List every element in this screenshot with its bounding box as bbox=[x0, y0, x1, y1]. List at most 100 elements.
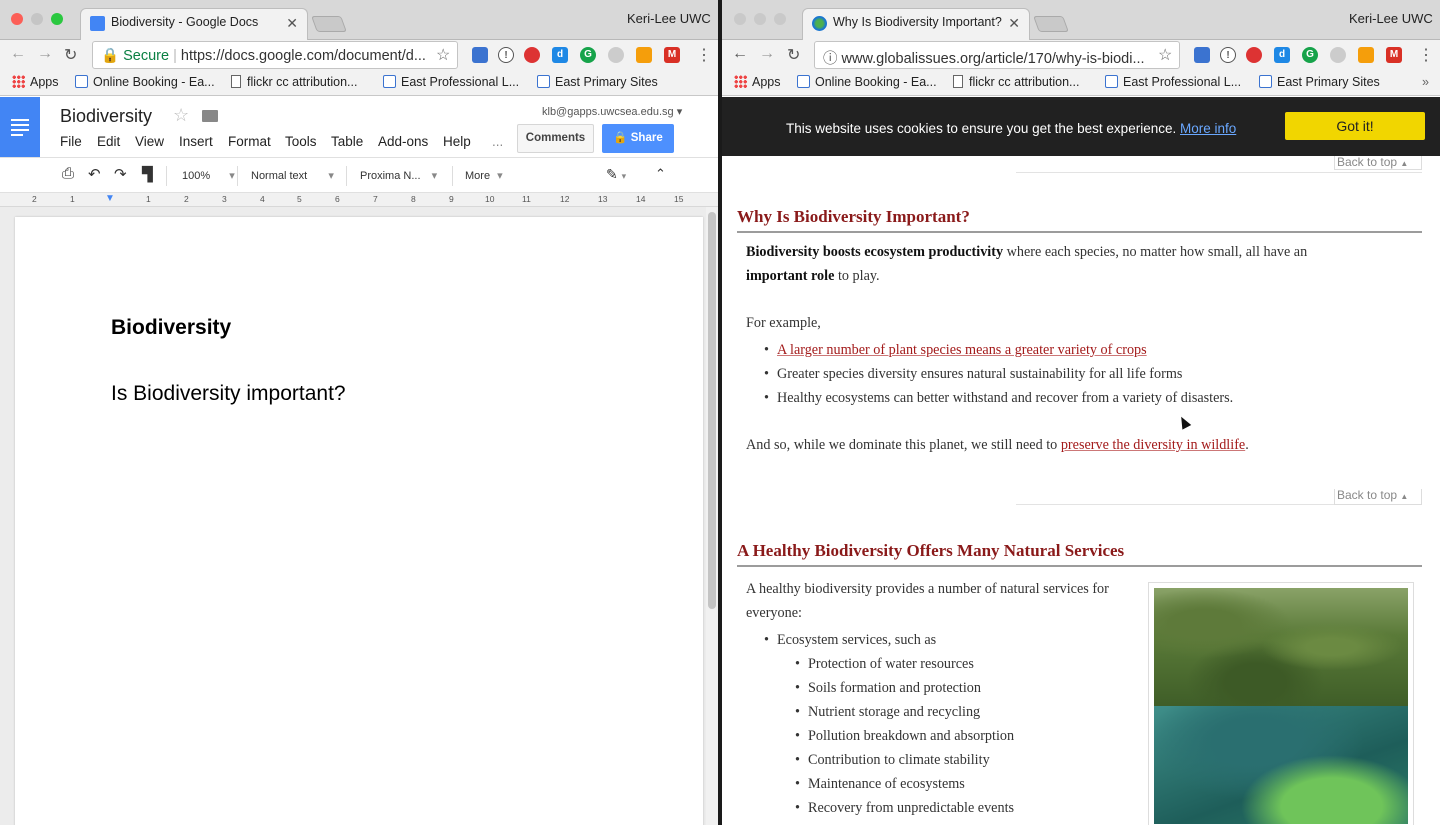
close-tab-icon[interactable]: ✕ bbox=[286, 15, 298, 32]
close-window-button[interactable] bbox=[11, 13, 23, 25]
reload-icon[interactable]: ↻ bbox=[787, 45, 800, 65]
minimize-window-button[interactable] bbox=[31, 13, 43, 25]
bookmark-east-primary[interactable]: East Primary Sites bbox=[1259, 75, 1380, 89]
scrollbar-thumb[interactable] bbox=[708, 212, 716, 609]
tab-article[interactable]: Why Is Biodiversity Important? ✕ bbox=[802, 8, 1030, 40]
extension-info-icon[interactable]: ! bbox=[1220, 47, 1236, 63]
back-icon[interactable]: ← bbox=[10, 45, 26, 63]
close-window-button[interactable] bbox=[734, 13, 746, 25]
menu-table[interactable]: Table bbox=[331, 134, 363, 149]
list-item[interactable]: A larger number of plant species means a… bbox=[764, 342, 1147, 359]
extension-info-icon[interactable]: ! bbox=[498, 47, 514, 63]
bookmark-flickr[interactable]: flickr cc attribution... bbox=[953, 75, 1079, 89]
preserve-diversity-link[interactable]: preserve the diversity in wildlife bbox=[1061, 437, 1245, 453]
browser-menu-icon[interactable]: ⋮ bbox=[696, 45, 712, 65]
browser-menu-icon[interactable]: ⋮ bbox=[1418, 45, 1434, 65]
extension-pen-icon[interactable] bbox=[1194, 47, 1210, 63]
print-icon[interactable]: ⎙ bbox=[62, 165, 74, 182]
undo-icon[interactable]: ↶ bbox=[88, 165, 101, 183]
document-page[interactable]: Biodiversity Is Biodiversity important? bbox=[15, 217, 703, 825]
extension-grey-icon[interactable] bbox=[608, 47, 624, 63]
extension-grammarly-icon[interactable]: G bbox=[580, 47, 596, 63]
gmail-icon[interactable]: M bbox=[664, 47, 680, 63]
address-bar[interactable]: ⓘ www.globalissues.org/article/170/why-i… bbox=[814, 41, 1180, 69]
bookmark-apps[interactable]: Apps bbox=[734, 75, 781, 89]
extension-arc-icon[interactable] bbox=[1358, 47, 1374, 63]
forward-icon[interactable]: → bbox=[759, 45, 775, 63]
comments-button[interactable]: Comments bbox=[517, 124, 594, 153]
bookmarks-overflow-icon[interactable]: » bbox=[1422, 75, 1429, 89]
document-body-text[interactable]: Is Biodiversity important? bbox=[111, 382, 346, 406]
bookmark-east-professional[interactable]: East Professional L... bbox=[1105, 75, 1241, 89]
extension-d-icon[interactable]: d bbox=[1274, 47, 1290, 63]
menu-edit[interactable]: Edit bbox=[97, 134, 120, 149]
menu-help[interactable]: Help bbox=[443, 134, 471, 149]
docs-logo-icon[interactable] bbox=[0, 97, 40, 157]
page-icon bbox=[1259, 75, 1272, 88]
extension-grey-icon[interactable] bbox=[1330, 47, 1346, 63]
menu-file[interactable]: File bbox=[60, 134, 82, 149]
font-select[interactable]: Proxima N... ▾ bbox=[360, 169, 437, 182]
menu-format[interactable]: Format bbox=[228, 134, 271, 149]
extension-red-icon[interactable] bbox=[1246, 47, 1262, 63]
bookmark-online-booking[interactable]: Online Booking - Ea... bbox=[797, 75, 937, 89]
more-info-link[interactable]: More info bbox=[1180, 121, 1236, 136]
new-tab-button[interactable] bbox=[311, 16, 347, 32]
forward-icon[interactable]: → bbox=[37, 45, 53, 63]
menu-tools[interactable]: Tools bbox=[285, 134, 317, 149]
tab-title: Why Is Biodiversity Important? bbox=[833, 15, 1002, 29]
extension-red-icon[interactable] bbox=[524, 47, 540, 63]
editing-mode-icon[interactable]: ✎ ▾ bbox=[606, 166, 626, 183]
star-icon[interactable]: ☆ bbox=[173, 105, 189, 126]
tab-docs[interactable]: Biodiversity - Google Docs ✕ bbox=[80, 8, 308, 40]
page-icon bbox=[383, 75, 396, 88]
menu-view[interactable]: View bbox=[135, 134, 164, 149]
indent-marker-icon[interactable]: ▼ bbox=[105, 193, 115, 204]
share-button[interactable]: 🔒 Share bbox=[602, 124, 674, 153]
menu-insert[interactable]: Insert bbox=[179, 134, 213, 149]
cookie-accept-button[interactable]: Got it! bbox=[1285, 112, 1425, 140]
minimize-window-button[interactable] bbox=[754, 13, 766, 25]
extension-arc-icon[interactable] bbox=[636, 47, 652, 63]
gmail-icon[interactable]: M bbox=[1386, 47, 1402, 63]
document-title[interactable]: Biodiversity bbox=[60, 106, 152, 127]
zoom-window-button[interactable] bbox=[774, 13, 786, 25]
extension-d-icon[interactable]: d bbox=[552, 47, 568, 63]
profile-name[interactable]: Keri-Lee UWC bbox=[1349, 11, 1433, 26]
info-icon: ⓘ bbox=[823, 51, 842, 67]
back-to-top-link[interactable]: Back to top ▲ bbox=[1334, 156, 1422, 170]
reload-icon[interactable]: ↻ bbox=[64, 45, 77, 65]
close-tab-icon[interactable]: ✕ bbox=[1008, 15, 1020, 32]
crops-link[interactable]: A larger number of plant species means a… bbox=[777, 342, 1147, 358]
bookmark-east-professional[interactable]: East Professional L... bbox=[383, 75, 519, 89]
document-heading[interactable]: Biodiversity bbox=[111, 316, 231, 340]
profile-name[interactable]: Keri-Lee UWC bbox=[627, 11, 711, 26]
style-select[interactable]: Normal text ▾ bbox=[251, 169, 334, 182]
extension-pen-icon[interactable] bbox=[472, 47, 488, 63]
account-email[interactable]: klb@gapps.uwcsea.edu.sg ▾ bbox=[542, 105, 682, 118]
more-select[interactable]: More ▾ bbox=[465, 169, 503, 182]
back-icon[interactable]: ← bbox=[732, 45, 748, 63]
bookmark-star-icon[interactable]: ☆ bbox=[1158, 45, 1172, 65]
address-bar[interactable]: 🔒 Secure | https://docs.google.com/docum… bbox=[92, 41, 458, 69]
redo-icon[interactable]: ↷ bbox=[114, 165, 127, 183]
bookmark-apps[interactable]: Apps bbox=[12, 75, 59, 89]
back-to-top-link[interactable]: Back to top ▲ bbox=[1334, 489, 1422, 505]
menu-overflow[interactable]: ... bbox=[492, 134, 503, 149]
vertical-scrollbar[interactable] bbox=[706, 207, 718, 825]
zoom-select[interactable]: 100% ▾ bbox=[182, 169, 235, 182]
bookmark-east-primary[interactable]: East Primary Sites bbox=[537, 75, 658, 89]
menu-addons[interactable]: Add-ons bbox=[378, 134, 428, 149]
sub-list-item: Protection of water resources bbox=[795, 656, 974, 673]
zoom-window-button[interactable] bbox=[51, 13, 63, 25]
bookmark-flickr[interactable]: flickr cc attribution... bbox=[231, 75, 357, 89]
folder-icon[interactable] bbox=[202, 110, 218, 122]
extension-grammarly-icon[interactable]: G bbox=[1302, 47, 1318, 63]
new-tab-button[interactable] bbox=[1033, 16, 1069, 32]
bookmark-star-icon[interactable]: ☆ bbox=[436, 45, 450, 65]
paint-format-icon[interactable]: ▜ bbox=[142, 166, 153, 183]
bookmark-online-booking[interactable]: Online Booking - Ea... bbox=[75, 75, 215, 89]
collapse-icon[interactable]: ⌃ bbox=[655, 166, 666, 182]
ruler[interactable]: 2 1 ▼ 1 2 3 4 5 6 7 8 9 10 11 12 13 14 1… bbox=[0, 193, 718, 207]
section-heading-services: A Healthy Biodiversity Offers Many Natur… bbox=[737, 541, 1125, 560]
